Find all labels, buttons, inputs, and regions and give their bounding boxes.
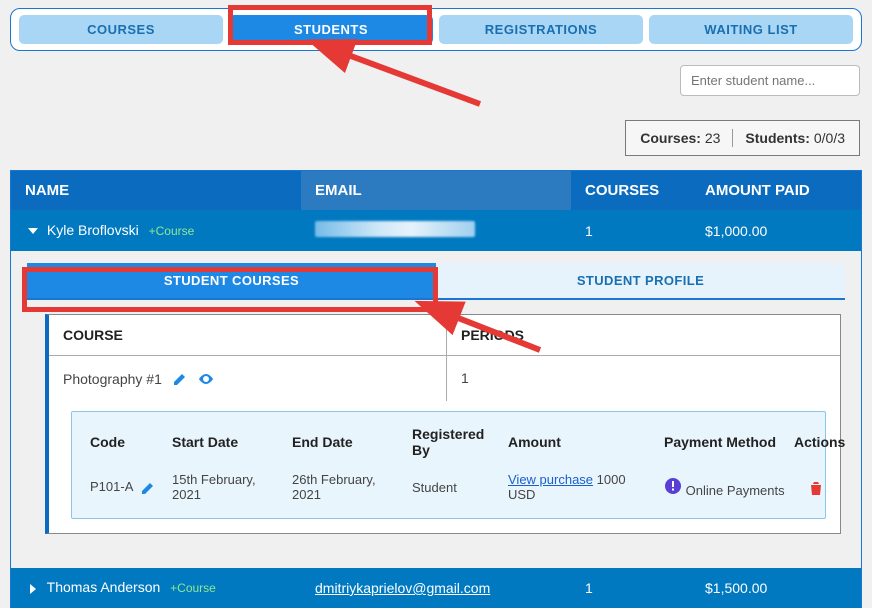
reg-start-date: 15th February, 2021 [168, 468, 288, 506]
ih-start: Start Date [168, 430, 288, 460]
table-row[interactable]: Kyle Broflovski +Course 1 $1,000.00 [11, 210, 861, 251]
payment-method: Online Payments [686, 483, 785, 498]
student-course-detail: COURSE PERIODS Photography #1 1 Code [45, 314, 841, 534]
subtab-student-courses[interactable]: STUDENT COURSES [27, 263, 436, 300]
reg-by: Student [408, 476, 504, 499]
delete-icon[interactable] [808, 479, 824, 494]
tab-registrations[interactable]: REGISTRATIONS [439, 15, 643, 44]
student-subtabs: STUDENT COURSES STUDENT PROFILE [27, 263, 845, 300]
summary-students-value: 0/0/3 [814, 130, 845, 146]
edit-code-icon[interactable] [140, 479, 156, 494]
ih-actions: Actions [790, 430, 849, 460]
registration-detail: Code Start Date End Date Registered By A… [71, 411, 826, 519]
search-input[interactable] [680, 65, 860, 96]
ih-end: End Date [288, 430, 408, 460]
th-courses[interactable]: COURSES [571, 171, 691, 210]
subtab-student-profile[interactable]: STUDENT PROFILE [436, 263, 845, 300]
student-email[interactable]: dmitriykaprielov@gmail.com [315, 580, 490, 596]
main-tabs: COURSES STUDENTS REGISTRATIONS WAITING L… [10, 8, 862, 51]
edit-icon[interactable] [172, 370, 188, 387]
student-courses-count: 1 [571, 212, 691, 250]
summary-courses-label: Courses: [640, 130, 701, 146]
th-name[interactable]: NAME [11, 171, 301, 210]
student-email-redacted [315, 221, 475, 237]
info-icon[interactable] [664, 483, 686, 498]
student-name: Thomas Anderson [47, 579, 161, 595]
ih-code: Code [86, 430, 168, 460]
student-courses-count: 1 [571, 569, 691, 607]
student-amount-paid: $1,000.00 [691, 212, 861, 250]
reg-end-date: 26th February, 2021 [288, 468, 408, 506]
eye-icon[interactable] [198, 370, 214, 387]
add-course-link[interactable]: +Course [149, 224, 195, 238]
table-row[interactable]: Thomas Anderson +Course dmitriykaprielov… [11, 568, 861, 607]
add-course-link[interactable]: +Course [170, 581, 216, 595]
chevron-right-icon[interactable] [25, 579, 37, 596]
students-table: NAME EMAIL COURSES AMOUNT PAID Kyle Brof… [10, 170, 862, 608]
summary-courses-value: 23 [705, 130, 721, 146]
summary-students-label: Students: [745, 130, 810, 146]
tab-courses[interactable]: COURSES [19, 15, 223, 44]
ih-amount: Amount [504, 430, 660, 460]
view-purchase-link[interactable]: View purchase [508, 472, 593, 487]
student-name: Kyle Broflovski [47, 222, 139, 238]
dh-periods: PERIODS [447, 315, 840, 355]
tab-waiting-list[interactable]: WAITING LIST [649, 15, 853, 44]
ih-pay: Payment Method [660, 430, 790, 460]
chevron-down-icon[interactable] [25, 222, 37, 239]
course-name: Photography #1 [63, 371, 162, 387]
reg-code: P101-A [90, 479, 133, 494]
course-periods: 1 [447, 356, 840, 401]
ih-reg: Registered By [408, 422, 504, 468]
student-amount-paid: $1,500.00 [691, 569, 861, 607]
th-email[interactable]: EMAIL [301, 171, 571, 210]
summary-box: Courses: 23 Students: 0/0/3 [625, 120, 860, 156]
dh-course: COURSE [49, 315, 447, 355]
tab-students[interactable]: STUDENTS [229, 15, 433, 44]
th-amount[interactable]: AMOUNT PAID [691, 171, 861, 210]
